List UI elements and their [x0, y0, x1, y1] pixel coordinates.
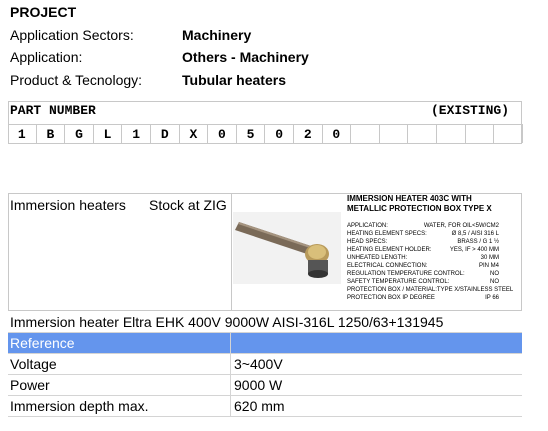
- application-sectors-value: Machinery: [182, 27, 252, 43]
- column-divider: [230, 354, 231, 374]
- spec-value: IP 66: [485, 295, 499, 301]
- spec-sheet-table: APPLICATION: WATER, FOR OIL<5W/CM2 HEATIN…: [347, 222, 513, 302]
- spec-row: SAFETY TEMPERATURE CONTROL: NO: [347, 278, 499, 286]
- table-row: Power 9000 W: [8, 375, 522, 396]
- product-name: Immersion heaters: [10, 197, 126, 213]
- spec-row: UNHEATED LENGTH: 30 MM: [347, 254, 499, 262]
- spec-value: NO: [490, 279, 499, 285]
- part-number-cell: D: [150, 124, 180, 143]
- spec-value: WATER, FOR OIL<5W/CM2: [423, 223, 499, 229]
- spec-row: HEAD SPECS: BRASS / G 1 ½: [347, 238, 499, 246]
- spec-row: HEATING ELEMENT SPECS: Ø 8,5 / AISI 316 L: [347, 230, 499, 238]
- spec-key: REGULATION TEMPERATURE CONTROL:: [347, 271, 465, 277]
- part-number-cell: 5: [236, 124, 266, 143]
- table-row: Immersion depth max. 620 mm: [8, 396, 522, 417]
- part-number-cell: [494, 124, 523, 143]
- spec-key: HEAD SPECS:: [347, 239, 388, 245]
- application-label: Application:: [10, 49, 83, 65]
- spec-value: Ø 8,5 / AISI 316 L: [451, 231, 499, 237]
- spec-key: UNHEATED LENGTH:: [347, 255, 408, 261]
- full-product-name-row: Immersion heater Eltra EHK 400V 9000W AI…: [8, 312, 522, 333]
- spec-key: SAFETY TEMPERATURE CONTROL:: [347, 279, 450, 285]
- spec-sheet-title: IMMERSION HEATER 403C WITH METALLIC PROT…: [347, 194, 492, 213]
- part-number-cell: [379, 124, 409, 143]
- part-number-cell: [351, 124, 380, 143]
- spec-key: HEATING ELEMENT SPECS:: [347, 231, 427, 237]
- column-divider: [230, 333, 231, 353]
- part-number-cell: L: [93, 124, 123, 143]
- spec-row: ELECTRICAL CONNECTION: PIN M4: [347, 262, 499, 270]
- part-number-cell: 0: [265, 124, 294, 143]
- spec-row: APPLICATION: WATER, FOR OIL<5W/CM2: [347, 222, 499, 230]
- immersion-depth-value: 620 mm: [234, 398, 285, 414]
- project-title: PROJECT: [10, 4, 77, 20]
- part-number-cell: 0: [208, 124, 237, 143]
- part-number-cell: X: [179, 124, 209, 143]
- power-value: 9000 W: [234, 377, 283, 393]
- part-number-cell: 1: [122, 124, 151, 143]
- spec-row: HEATING ELEMENT HOLDER: YES, IF > 400 MM: [347, 246, 499, 254]
- spec-key: PROTECTION BOX / MATERIAL:: [347, 287, 437, 293]
- reference-label: Reference: [10, 335, 75, 351]
- part-number-cell: 0: [322, 124, 352, 143]
- spec-row: REGULATION TEMPERATURE CONTROL: NO: [347, 270, 499, 278]
- column-divider: [230, 396, 231, 416]
- part-number-header: PART NUMBER: [10, 103, 96, 118]
- table-row: Voltage 3~400V: [8, 354, 522, 375]
- spec-value: PIN M4: [478, 263, 499, 269]
- part-number-cell: [465, 124, 495, 143]
- spec-row: PROTECTION BOX / MATERIAL: TYPE X/STAINLE…: [347, 286, 513, 294]
- immersion-heater-photo: [233, 212, 341, 284]
- spec-value: YES, IF > 400 MM: [449, 247, 499, 253]
- part-number-cell: 1: [8, 124, 37, 143]
- application-value: Others - Machinery: [182, 49, 309, 65]
- product-technology-value: Tubular heaters: [182, 72, 286, 88]
- part-number-cell: [436, 124, 466, 143]
- details-table: Immersion heater Eltra EHK 400V 9000W AI…: [8, 312, 522, 417]
- spec-key: PROTECTION BOX IP DEGREE: [347, 295, 435, 301]
- product-technology-label: Product & Tecnology:: [10, 72, 143, 88]
- immersion-depth-label: Immersion depth max.: [10, 398, 149, 414]
- reference-row: Reference: [8, 333, 522, 354]
- spec-key: APPLICATION:: [347, 223, 388, 229]
- stock-location: Stock at ZIG: [149, 197, 227, 213]
- spec-value: 30 MM: [480, 255, 499, 261]
- spec-value: TYPE X/STAINLESS STEEL: [436, 287, 514, 293]
- spec-value: BRASS / G 1 ½: [457, 239, 499, 245]
- part-number-cell: G: [65, 124, 94, 143]
- spec-key: ELECTRICAL CONNECTION:: [347, 263, 428, 269]
- part-number-cell: B: [36, 124, 66, 143]
- full-product-name: Immersion heater Eltra EHK 400V 9000W AI…: [10, 314, 444, 330]
- part-number-cell: 2: [293, 124, 323, 143]
- part-number-cell: [408, 124, 437, 143]
- application-sectors-label: Application Sectors:: [10, 27, 134, 43]
- spec-row: PROTECTION BOX IP DEGREE IP 66: [347, 294, 499, 302]
- part-number-status: (EXISTING): [431, 103, 510, 118]
- voltage-label: Voltage: [10, 356, 57, 372]
- spec-key: HEATING ELEMENT HOLDER:: [347, 247, 432, 253]
- column-divider: [230, 375, 231, 395]
- voltage-value: 3~400V: [234, 356, 283, 372]
- power-label: Power: [10, 377, 50, 393]
- part-number-cells: 1BGL1DX05020: [8, 124, 523, 143]
- spec-value: NO: [490, 271, 499, 277]
